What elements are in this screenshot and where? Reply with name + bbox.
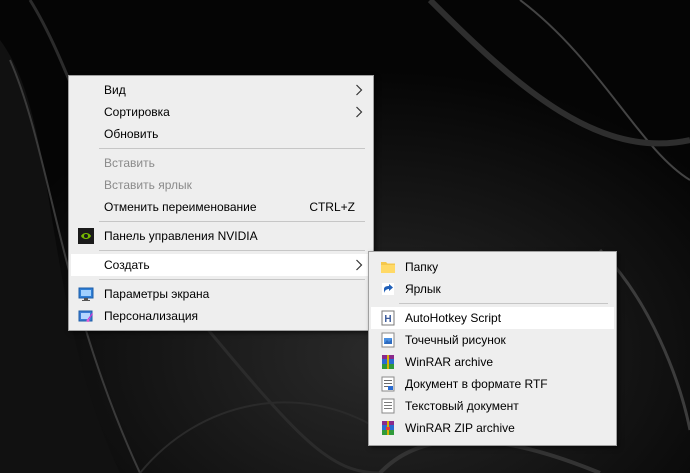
display-settings-icon [78, 287, 94, 301]
desktop-context-menu: Вид Сортировка Обновить Вставить Вставит… [68, 75, 374, 331]
menu-separator [99, 250, 365, 251]
menu-item-label: Сортировка [104, 105, 170, 119]
shortcut-icon [382, 283, 394, 295]
menu-item-label: Панель управления NVIDIA [104, 229, 258, 243]
menu-item-label: Документ в формате RTF [405, 377, 548, 391]
menu-item-label: Создать [104, 258, 150, 272]
chevron-right-icon [356, 84, 363, 96]
menu-item-undo-rename[interactable]: Отменить переименование CTRL+Z [71, 196, 371, 218]
autohotkey-icon: H [381, 310, 395, 326]
menu-item-paste[interactable]: Вставить [71, 152, 371, 174]
menu-item-label: WinRAR ZIP archive [405, 421, 515, 435]
menu-item-personalization[interactable]: Персонализация [71, 305, 371, 327]
submenu-item-text-document[interactable]: Текстовый документ [371, 395, 614, 417]
menu-item-label: Вставить [104, 156, 155, 170]
menu-item-nvidia-control-panel[interactable]: Панель управления NVIDIA [71, 225, 371, 247]
menu-item-label: Текстовый документ [405, 399, 519, 413]
menu-item-label: Ярлык [405, 282, 441, 296]
menu-item-label: Отменить переименование [104, 200, 257, 214]
submenu-item-autohotkey-script[interactable]: H AutoHotkey Script [371, 307, 614, 329]
submenu-item-bitmap[interactable]: Точечный рисунок [371, 329, 614, 351]
submenu-item-winrar-zip-archive[interactable]: WinRAR ZIP archive [371, 417, 614, 439]
menu-item-view[interactable]: Вид [71, 79, 371, 101]
menu-item-refresh[interactable]: Обновить [71, 123, 371, 145]
bitmap-icon [381, 332, 395, 348]
chevron-right-icon [356, 106, 363, 118]
new-submenu: Папку Ярлык H AutoHotkey Script Точечный… [368, 251, 617, 446]
menu-item-new[interactable]: Создать [71, 254, 371, 276]
submenu-item-folder[interactable]: Папку [371, 256, 614, 278]
rtf-document-icon [381, 376, 395, 392]
menu-item-label: Параметры экрана [104, 287, 210, 301]
menu-separator [99, 279, 365, 280]
menu-separator [399, 303, 608, 304]
submenu-item-rtf-document[interactable]: Документ в формате RTF [371, 373, 614, 395]
personalization-icon [78, 310, 93, 322]
menu-item-label: AutoHotkey Script [405, 311, 502, 325]
menu-item-label: Вставить ярлык [104, 178, 192, 192]
winrar-zip-icon [382, 421, 394, 435]
menu-item-label: Папку [405, 260, 439, 274]
menu-item-label: Вид [104, 83, 126, 97]
submenu-item-shortcut[interactable]: Ярлык [371, 278, 614, 300]
menu-separator [99, 148, 365, 149]
chevron-right-icon [356, 259, 363, 271]
folder-icon [381, 262, 395, 273]
nvidia-icon [78, 228, 94, 244]
menu-item-label: Обновить [104, 127, 159, 141]
menu-item-label: WinRAR archive [405, 355, 494, 369]
svg-text:H: H [384, 314, 391, 325]
menu-item-label: Персонализация [104, 309, 199, 323]
menu-item-paste-shortcut[interactable]: Вставить ярлык [71, 174, 371, 196]
menu-item-label: Точечный рисунок [405, 333, 506, 347]
menu-item-shortcut: CTRL+Z [309, 200, 355, 214]
text-document-icon [381, 398, 395, 414]
winrar-icon [382, 355, 394, 369]
menu-item-sort[interactable]: Сортировка [71, 101, 371, 123]
menu-item-display-settings[interactable]: Параметры экрана [71, 283, 371, 305]
menu-separator [99, 221, 365, 222]
submenu-item-winrar-archive[interactable]: WinRAR archive [371, 351, 614, 373]
